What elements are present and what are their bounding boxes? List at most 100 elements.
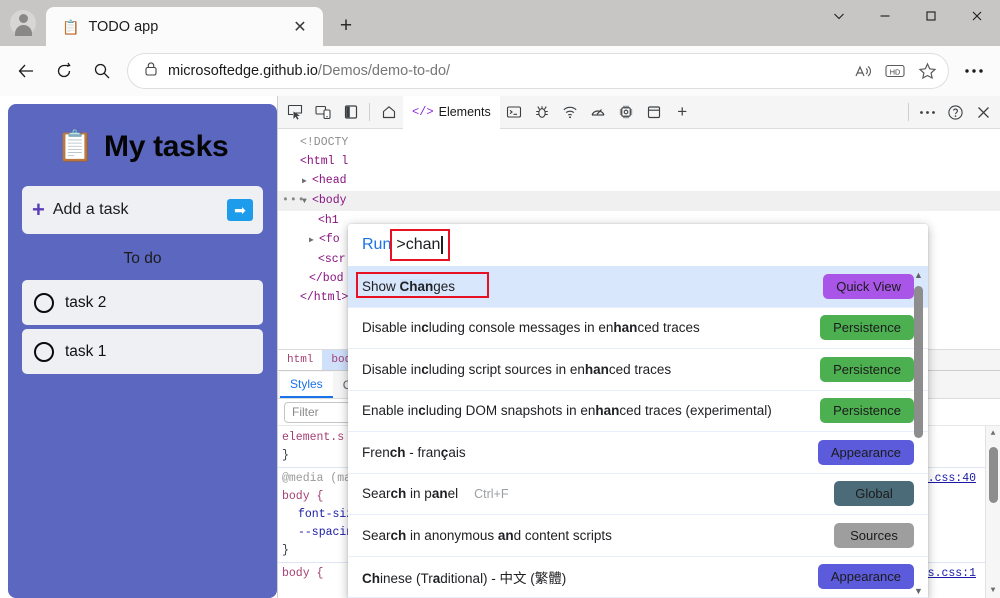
command-search-input[interactable]: >chan <box>396 236 440 254</box>
status-badge: Persistence <box>820 357 914 382</box>
status-badge: Quick View <box>823 274 914 299</box>
toolbar-divider <box>369 103 370 121</box>
device-emulation-icon[interactable] <box>309 100 336 125</box>
scrollbar-thumb[interactable] <box>914 286 923 438</box>
tab-favicon-icon: 📋 <box>62 20 79 34</box>
command-label: Disable including console messages in en… <box>362 320 700 335</box>
dom-node[interactable]: ▶<head <box>278 171 1000 191</box>
more-tools-ellipsis-icon[interactable] <box>914 100 941 125</box>
task-checkbox[interactable] <box>34 342 54 362</box>
css-selector[interactable]: body { <box>282 490 323 503</box>
command-label: Search in anonymous and content scripts <box>362 528 612 543</box>
close-window-button[interactable] <box>954 0 1000 32</box>
submit-task-arrow-icon[interactable]: ➡ <box>227 199 253 221</box>
css-selector[interactable]: element.s <box>282 431 344 444</box>
add-panel-button[interactable]: + <box>669 100 696 125</box>
dom-node-selected[interactable]: •••▼<body <box>278 191 1000 211</box>
minimize-button[interactable] <box>862 0 908 32</box>
tab-elements-label: Elements <box>439 105 491 119</box>
add-task-input[interactable]: Add a task <box>53 201 219 219</box>
sources-bug-icon[interactable] <box>529 100 556 125</box>
scroll-up-arrow-icon[interactable]: ▲ <box>914 270 923 280</box>
expand-triangle-icon[interactable]: ▶ <box>309 231 319 250</box>
css-selector[interactable]: body { <box>282 567 323 580</box>
list-item[interactable]: Disable including console messages in en… <box>348 308 928 350</box>
back-arrow-icon[interactable] <box>8 53 44 89</box>
expand-triangle-icon[interactable]: ▶ <box>302 172 312 191</box>
maximize-button[interactable] <box>908 0 954 32</box>
svg-text:HD: HD <box>890 67 901 76</box>
list-item[interactable]: task 2 <box>22 280 263 325</box>
task-checkbox[interactable] <box>34 293 54 313</box>
browser-settings-ellipsis-icon[interactable] <box>956 53 992 89</box>
scrollbar-thumb[interactable] <box>989 447 998 503</box>
application-storage-icon[interactable] <box>641 100 668 125</box>
profile-button[interactable] <box>0 0 46 46</box>
close-tab-icon[interactable]: ✕ <box>287 14 313 40</box>
new-tab-button[interactable]: + <box>329 9 363 43</box>
command-label: Search in panel <box>362 486 458 501</box>
page-title: My tasks <box>104 130 228 164</box>
browser-toolbar: microsoftedge.github.io/Demos/demo-to-do… <box>0 46 1000 96</box>
scroll-up-arrow-icon[interactable]: ▲ <box>991 426 996 441</box>
search-icon[interactable] <box>84 53 120 89</box>
scrollbar-track[interactable] <box>986 441 1000 583</box>
add-task-row[interactable]: + Add a task ➡ <box>22 186 263 234</box>
star-icon[interactable] <box>912 56 942 86</box>
dom-node[interactable]: <html l <box>278 152 1000 171</box>
welcome-home-icon[interactable] <box>375 100 402 125</box>
list-item[interactable]: Enable including DOM snapshots in enhanc… <box>348 391 928 433</box>
inspect-element-icon[interactable] <box>281 100 308 125</box>
list-item[interactable]: Search in anonymous and content scripts … <box>348 515 928 557</box>
console-icon[interactable] <box>501 100 528 125</box>
read-aloud-icon[interactable] <box>848 56 878 86</box>
url-path: /Demos/demo-to-do/ <box>318 63 450 79</box>
node-badge-ellipsis-icon[interactable]: ••• <box>282 191 306 210</box>
list-item[interactable]: Disable including script sources in enha… <box>348 349 928 391</box>
lock-icon <box>144 61 158 82</box>
status-badge: Persistence <box>820 315 914 340</box>
scroll-down-arrow-icon[interactable]: ▼ <box>991 583 996 598</box>
styles-scrollbar[interactable]: ▲ ▼ <box>985 426 1000 598</box>
scrollbar-track[interactable] <box>913 280 924 586</box>
dom-node-text: <h1 <box>318 214 339 227</box>
tab-elements[interactable]: </> Elements <box>403 96 500 129</box>
list-item[interactable]: Show Changes Quick View <box>348 266 928 308</box>
dom-node[interactable]: <!DOCTY <box>278 133 1000 152</box>
tab-strip: 📋 TODO app ✕ + <box>0 0 1000 46</box>
run-label: Run <box>362 236 391 254</box>
tab-title: TODO app <box>88 19 278 35</box>
list-item[interactable]: Search in panel Ctrl+F Global <box>348 474 928 516</box>
status-badge: Appearance <box>818 440 914 465</box>
list-item[interactable]: Chinese (Traditional) - 中文 (繁體) Appearan… <box>348 557 928 598</box>
list-item[interactable]: French - français Appearance <box>348 432 928 474</box>
command-label: Show Changes <box>362 279 455 294</box>
refresh-icon[interactable] <box>46 53 82 89</box>
close-devtools-icon[interactable] <box>970 100 997 125</box>
address-bar[interactable]: microsoftedge.github.io/Demos/demo-to-do… <box>128 54 948 88</box>
plus-icon: + <box>32 199 45 221</box>
breadcrumb-item-html[interactable]: html <box>278 350 322 371</box>
command-menu-input-row[interactable]: Run >chan <box>348 224 928 266</box>
command-label: Enable including DOM snapshots in enhanc… <box>362 403 772 418</box>
command-label: French - français <box>362 445 466 460</box>
performance-gauge-icon[interactable] <box>585 100 612 125</box>
hd-badge-icon[interactable]: HD <box>880 56 910 86</box>
dock-side-icon[interactable] <box>337 100 364 125</box>
browser-tab[interactable]: 📋 TODO app ✕ <box>46 7 323 46</box>
tab-actions-chevron-down-icon[interactable] <box>816 0 862 32</box>
list-item[interactable]: task 1 <box>22 329 263 374</box>
dom-node-text: <head <box>312 174 347 187</box>
command-menu-scrollbar[interactable]: ▲ ▼ <box>912 270 925 596</box>
network-wifi-icon[interactable] <box>557 100 584 125</box>
task-label: task 1 <box>65 343 106 361</box>
dom-node-text: <body <box>312 194 347 207</box>
command-results-list[interactable]: Show Changes Quick View Disable includin… <box>348 266 928 598</box>
command-label: Chinese (Traditional) - 中文 (繁體) <box>362 567 566 587</box>
command-menu[interactable]: Run >chan Show Changes Quick View Disabl… <box>348 224 928 598</box>
tab-styles[interactable]: Styles <box>280 372 333 398</box>
scroll-down-arrow-icon[interactable]: ▼ <box>914 586 923 596</box>
command-query-wrapper[interactable]: >chan <box>396 236 443 254</box>
question-mark-icon[interactable] <box>942 100 969 125</box>
memory-chip-icon[interactable] <box>613 100 640 125</box>
